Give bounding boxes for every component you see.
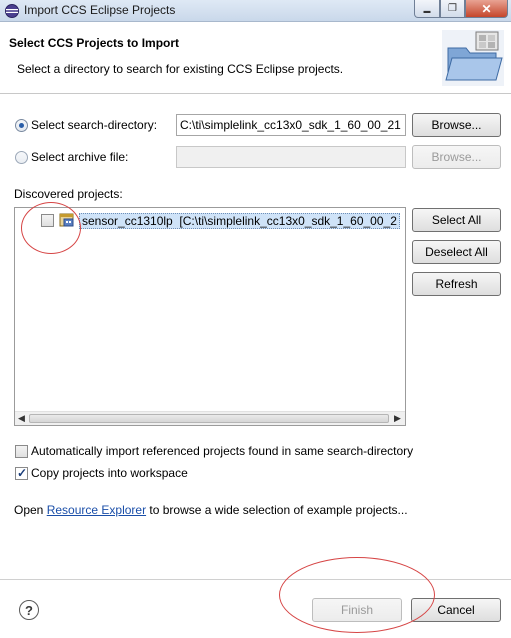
scroll-right-icon[interactable]: ▶ [394, 413, 401, 424]
wizard-banner: Select CCS Projects to Import Select a d… [0, 22, 511, 94]
close-icon: ✕ [481, 1, 492, 16]
browse-archive-button[interactable]: Browse... [412, 145, 501, 169]
page-description: Select a directory to search for existin… [17, 62, 344, 76]
search-directory-label: Select search-directory: [31, 118, 158, 132]
minimize-icon: ▬ [423, 7, 431, 15]
auto-import-label: Automatically import referenced projects… [31, 444, 414, 458]
project-path: [C:\ti\simplelink_cc13x0_sdk_1_60_00_2 [179, 214, 397, 228]
scrollbar-thumb[interactable] [29, 414, 389, 423]
maximize-button[interactable]: ❐ [440, 0, 465, 18]
browse-directory-button[interactable]: Browse... [412, 113, 501, 137]
project-name: sensor_cc1310lp [82, 214, 173, 228]
horizontal-scrollbar[interactable]: ◀ ▶ [15, 411, 405, 425]
eclipse-app-icon [5, 4, 19, 18]
resource-prefix: Open [14, 503, 47, 517]
select-all-button[interactable]: Select All [412, 208, 501, 232]
window-title: Import CCS Eclipse Projects [24, 3, 176, 17]
help-icon[interactable]: ? [19, 600, 39, 620]
resource-explorer-text: Open Resource Explorer to browse a wide … [14, 503, 408, 517]
import-folder-icon [442, 30, 504, 86]
deselect-all-button[interactable]: Deselect All [412, 240, 501, 264]
search-directory-radio[interactable] [15, 119, 28, 132]
auto-import-checkbox[interactable] [15, 445, 28, 458]
footer-divider [0, 579, 511, 580]
copy-projects-label: Copy projects into workspace [31, 466, 188, 480]
maximize-icon: ❐ [448, 3, 457, 14]
scroll-left-icon[interactable]: ◀ [18, 413, 25, 424]
resource-explorer-link[interactable]: Resource Explorer [47, 503, 146, 517]
annotation-circle-finish [279, 557, 435, 633]
discovered-projects-label: Discovered projects: [14, 187, 123, 201]
annotation-circle-checkbox [21, 202, 81, 254]
archive-file-field[interactable] [176, 146, 406, 168]
refresh-button[interactable]: Refresh [412, 272, 501, 296]
project-entry[interactable]: sensor_cc1310lp [C:\ti\simplelink_cc13x0… [79, 213, 400, 229]
close-button[interactable]: ✕ [465, 0, 508, 18]
resource-suffix: to browse a wide selection of example pr… [146, 503, 408, 517]
page-title: Select CCS Projects to Import [9, 36, 180, 50]
wizard-content: Select search-directory: C:\ti\simplelin… [0, 95, 511, 638]
checkmark-icon: ✓ [17, 466, 28, 480]
title-bar: Import CCS Eclipse Projects ▬ ❐ ✕ [0, 0, 511, 22]
archive-file-label: Select archive file: [31, 150, 129, 164]
archive-file-radio[interactable] [15, 151, 28, 164]
minimize-button[interactable]: ▬ [414, 0, 440, 18]
copy-projects-checkbox[interactable]: ✓ [15, 466, 28, 480]
search-directory-field[interactable]: C:\ti\simplelink_cc13x0_sdk_1_60_00_21 [176, 114, 406, 136]
